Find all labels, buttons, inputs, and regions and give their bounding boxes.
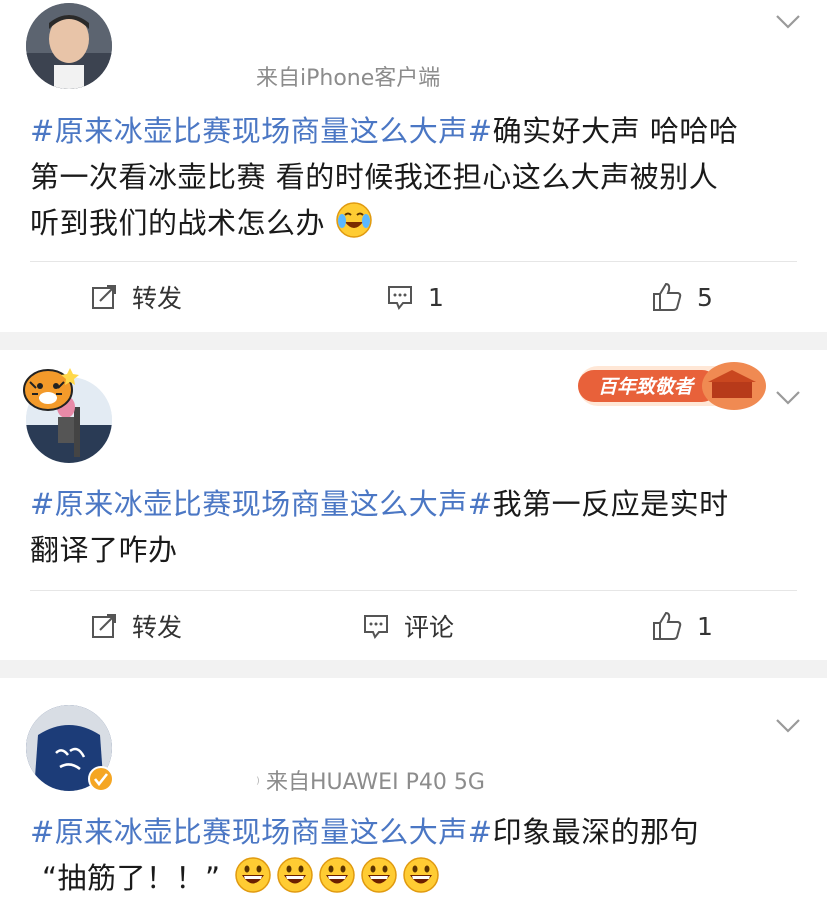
post-text-line: 我第一反应是实时 xyxy=(492,487,729,521)
verified-badge-icon xyxy=(88,766,114,792)
topic-link[interactable]: #原来冰壶比赛现场商量这么大声# xyxy=(30,114,493,148)
post-text-line: 印象最深的那句 xyxy=(492,815,700,849)
comment-icon xyxy=(364,615,388,639)
post-2: 百年致敬者 #原来冰壶比赛现场商量这么大声#我第一反应是实时 翻译了咋办 转发 … xyxy=(0,350,827,660)
laugh-cry-emoji xyxy=(335,202,372,238)
grin-emoji xyxy=(403,857,440,893)
topic-link[interactable]: #原来冰壶比赛现场商量这么大声# xyxy=(30,487,493,521)
like-button[interactable]: 1 xyxy=(651,591,713,661)
like-button[interactable]: 5 xyxy=(651,262,713,332)
post-text-line: 确实好大声 哈哈哈 xyxy=(492,114,739,148)
avatar-photo xyxy=(26,3,112,89)
comment-count: 1 xyxy=(428,282,444,312)
thumbs-up-icon xyxy=(653,282,682,311)
repost-icon xyxy=(92,614,116,638)
comment-label: 评论 xyxy=(404,613,455,642)
action-bar: 转发 1 5 xyxy=(0,262,827,332)
post-text: #原来冰壶比赛现场商量这么大声#我第一反应是实时 翻译了咋办 xyxy=(30,481,801,573)
comment-button[interactable]: 评论 xyxy=(362,591,454,661)
chevron-down-icon[interactable] xyxy=(775,718,801,734)
post-1: 来自iPhone客户端 #原来冰壶比赛现场商量这么大声#确实好大声 哈哈哈 第一… xyxy=(0,0,827,332)
comment-button[interactable]: 1 xyxy=(386,262,444,332)
medal-badge[interactable]: 百年致敬者 xyxy=(574,354,770,416)
post-text: #原来冰壶比赛现场商量这么大声#印象最深的那句 “抽筋了！！” xyxy=(30,809,801,901)
comment-icon xyxy=(388,286,412,310)
repost-label: 转发 xyxy=(132,613,183,642)
like-count: 5 xyxy=(697,282,713,312)
grin-emoji xyxy=(235,857,272,893)
post-3: ⁾ 来自HUAWEI P40 5G #原来冰壶比赛现场商量这么大声#印象最深的那句… xyxy=(0,678,827,902)
topic-link[interactable]: #原来冰壶比赛现场商量这么大声# xyxy=(30,815,493,849)
chevron-down-icon[interactable] xyxy=(775,14,801,30)
post-text-line: 听到我们的战术怎么办 xyxy=(30,206,326,240)
repost-icon xyxy=(92,285,116,309)
source-mark: ⁾ xyxy=(256,774,260,793)
repost-button[interactable]: 转发 xyxy=(90,262,182,332)
thumbs-up-icon xyxy=(653,611,682,640)
grin-emoji-row xyxy=(230,857,440,895)
repost-label: 转发 xyxy=(132,284,183,313)
repost-button[interactable]: 转发 xyxy=(90,591,182,661)
like-count: 1 xyxy=(697,611,713,641)
action-bar: 转发 评论 1 xyxy=(0,591,827,661)
tiger-sticker xyxy=(23,368,79,411)
avatar[interactable] xyxy=(26,3,112,89)
post-text: #原来冰壶比赛现场商量这么大声#确实好大声 哈哈哈 第一次看冰壶比赛 看的时候我… xyxy=(30,108,801,246)
grin-emoji xyxy=(361,857,398,893)
grin-emoji xyxy=(319,857,356,893)
post-source: ⁾ 来自HUAWEI P40 5G xyxy=(256,764,485,796)
post-source: 来自iPhone客户端 xyxy=(256,66,441,91)
grin-emoji xyxy=(277,857,314,893)
chevron-down-icon[interactable] xyxy=(775,390,801,406)
post-text-line: 第一次看冰壶比赛 看的时候我还担心这么大声被别人 xyxy=(30,160,719,194)
medal-badge-text: 百年致敬者 xyxy=(598,376,694,398)
post-text-line: “抽筋了！！” xyxy=(42,861,221,895)
post-text-line: 翻译了咋办 xyxy=(30,533,178,567)
post-source-text: 来自HUAWEI P40 5G xyxy=(265,770,485,795)
